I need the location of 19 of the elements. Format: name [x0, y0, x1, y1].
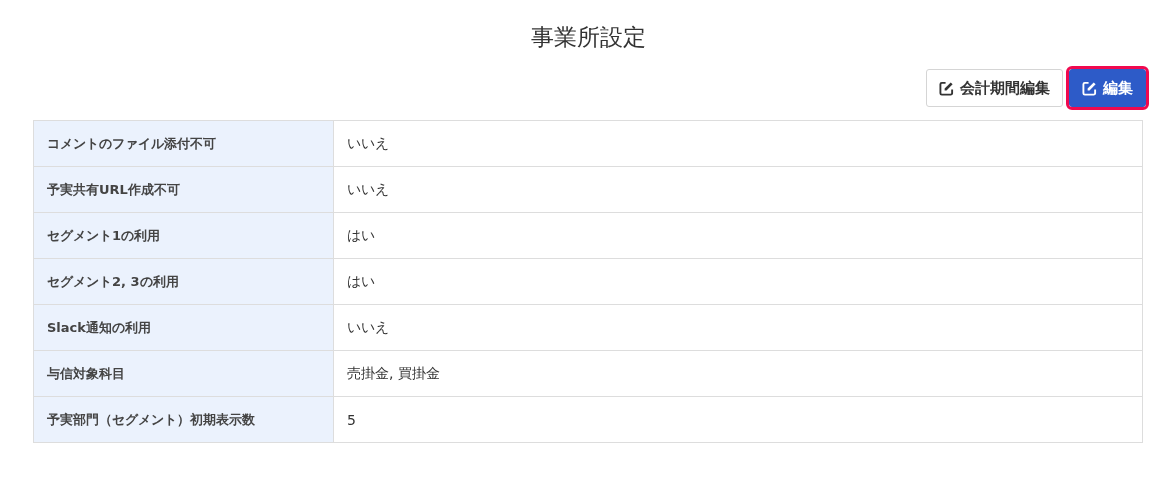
page-title: 事業所設定 — [530, 23, 646, 52]
setting-label: 与信対象科目 — [34, 351, 334, 396]
setting-label: セグメント1の利用 — [34, 213, 334, 258]
setting-value: いいえ — [346, 133, 390, 153]
setting-label: コメントのファイル添付不可 — [34, 121, 334, 166]
setting-value: はい — [346, 225, 376, 245]
setting-label: セグメント2, 3の利用 — [34, 259, 334, 304]
edit-button[interactable]: 会計期間編集 — [926, 69, 1063, 107]
edit-icon — [939, 80, 954, 96]
setting-label: Slack通知の利用 — [34, 305, 334, 350]
setting-label: 予実共有URL作成不可 — [34, 167, 334, 212]
setting-value: いいえ — [346, 317, 390, 337]
edit-button[interactable]: 編集 — [1069, 69, 1146, 107]
setting-value: いいえ — [346, 179, 390, 199]
setting-value: はい — [346, 271, 376, 291]
setting-label: 予実部門（セグメント）初期表示数 — [34, 397, 334, 442]
setting-value: 5 — [346, 410, 357, 430]
edit-icon — [1082, 80, 1097, 96]
setting-value: 売掛金, 買掛金 — [346, 363, 441, 383]
